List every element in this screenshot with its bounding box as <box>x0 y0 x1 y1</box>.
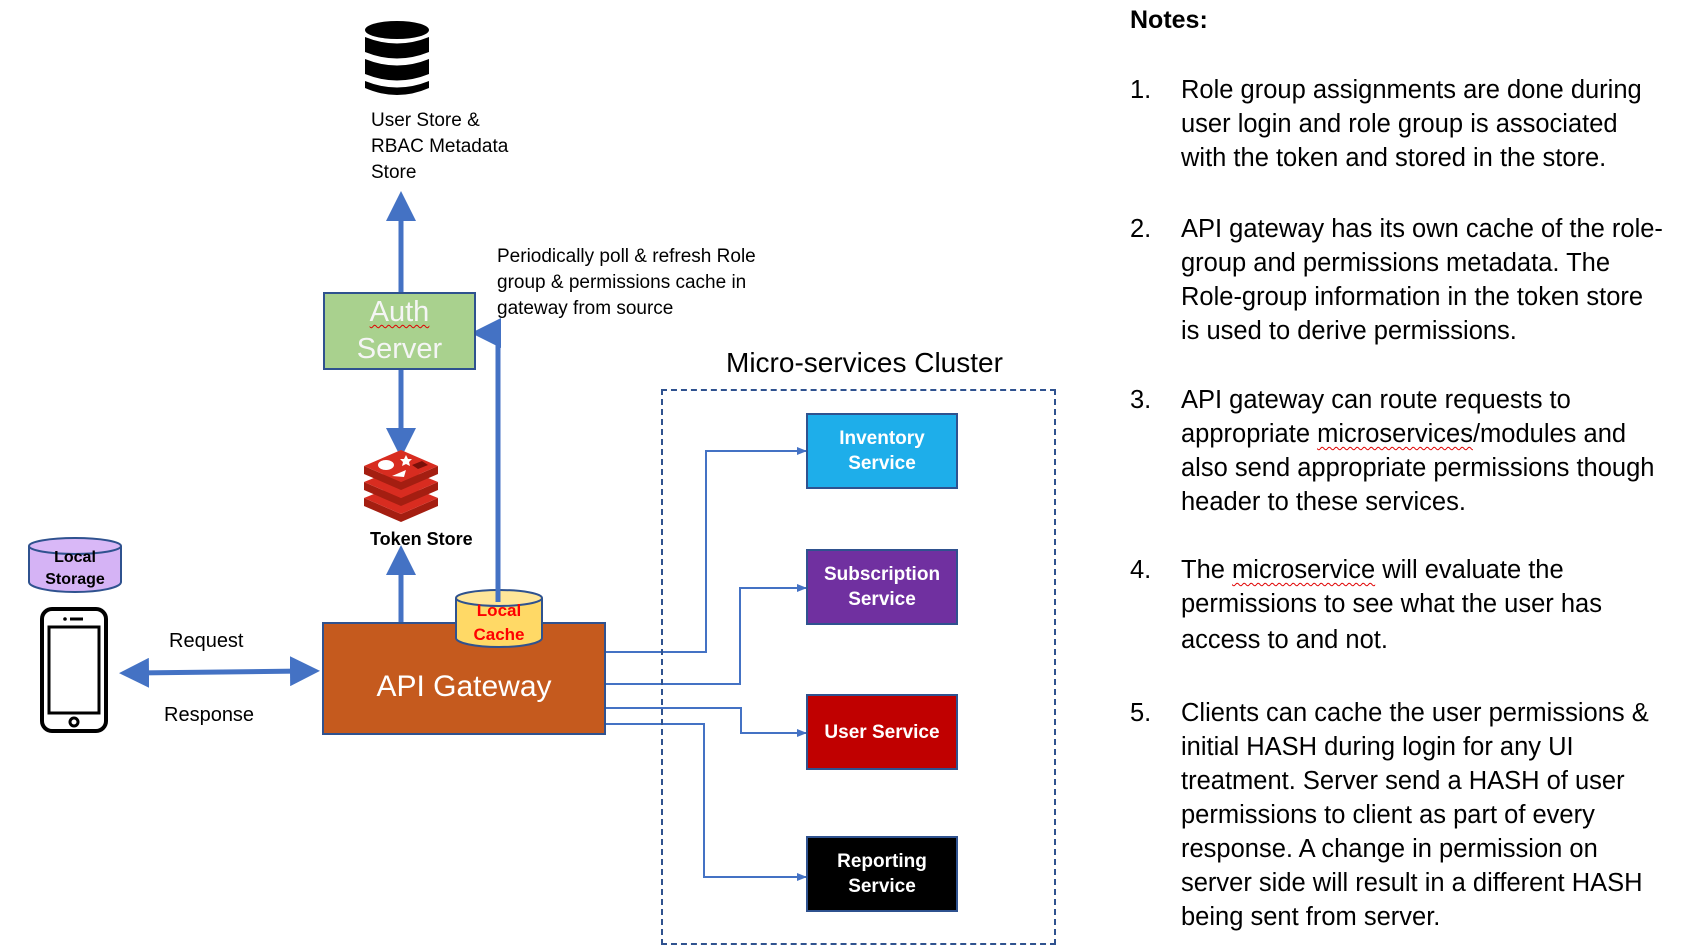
notes-title: Notes: <box>1130 6 1208 34</box>
note-line: permissions to see what the user has <box>1181 590 1602 618</box>
token-store-label: Token Store <box>370 529 473 549</box>
refresh-note-line: group & permissions cache in <box>497 272 747 293</box>
local-cache-label-line: Cache <box>473 625 525 644</box>
local-storage-label: Local Storage <box>27 547 123 591</box>
smartphone-icon[interactable] <box>40 607 110 735</box>
note-line: user login and role group is associated <box>1181 110 1618 138</box>
note-line: API gateway can route requests to <box>1181 386 1571 414</box>
request-label: Request <box>169 630 244 652</box>
service-label: Service <box>848 876 916 897</box>
subscription-service-box[interactable]: Subscription Service <box>806 549 958 625</box>
note-line: being sent from server. <box>1181 903 1441 931</box>
note-line: server side will result in a different H… <box>1181 869 1643 897</box>
service-label: Subscription <box>823 564 941 585</box>
user-service-box[interactable]: User Service <box>806 694 958 770</box>
spellcheck-underline: microservice <box>1232 556 1376 584</box>
auth-server-box[interactable]: Auth Server <box>323 292 476 370</box>
user-store-label: User Store & RBAC Metadata Store <box>371 108 508 186</box>
note-line: permissions to client as part of every <box>1181 801 1595 829</box>
service-label: User Service <box>824 721 940 743</box>
note-line: with the token and stored in the store. <box>1181 144 1607 172</box>
note-number: 5. <box>1130 699 1152 727</box>
note-line: API gateway has its own cache of the rol… <box>1181 215 1663 243</box>
note-line: Clients can cache the user permissions & <box>1181 699 1649 727</box>
auth-server-label: Auth <box>369 296 430 328</box>
note-line: access to and not. <box>1181 626 1388 654</box>
reporting-service-box[interactable]: Reporting Service <box>806 836 958 912</box>
service-label: Reporting <box>837 851 927 872</box>
note-line: Role group assignments are done during <box>1181 76 1642 104</box>
database-icon <box>365 21 429 95</box>
cluster-title: Micro-services Cluster <box>726 347 1003 378</box>
local-storage-label-line: Local <box>54 549 96 566</box>
refresh-note: Periodically poll & refresh Role group &… <box>497 244 756 322</box>
user-store-label-line: RBAC Metadata <box>371 136 509 157</box>
note-number: 3. <box>1130 386 1152 414</box>
api-gateway-label: API Gateway <box>376 669 552 703</box>
spellcheck-underline: microservices <box>1317 420 1473 448</box>
user-store-label-line: Store <box>371 162 417 183</box>
refresh-note-line: Periodically poll & refresh Role <box>497 246 756 267</box>
service-label: Service <box>848 589 916 610</box>
arrow-cache-refresh-to-auth <box>471 318 501 612</box>
service-label: Service <box>848 453 916 474</box>
note-line: Role-group information in the token stor… <box>1181 283 1644 311</box>
inventory-service-box[interactable]: Inventory Service <box>806 413 958 489</box>
user-store-label-line: User Store & <box>371 110 480 131</box>
redis-icon <box>364 450 438 522</box>
note-line: is used to derive permissions. <box>1181 317 1517 345</box>
note-line: treatment. Server send a HASH of user <box>1181 767 1625 795</box>
note-line: appropriate microservices/modules and <box>1181 420 1627 448</box>
response-label: Response <box>164 704 255 726</box>
note-line: header to these services. <box>1181 488 1466 516</box>
note-line: also send appropriate permissions though <box>1181 454 1655 482</box>
refresh-note-line: gateway from source <box>497 298 674 319</box>
local-storage-label-line: Storage <box>45 571 105 588</box>
service-label: Inventory <box>839 428 925 449</box>
note-number: 1. <box>1130 76 1152 104</box>
note-number: 2. <box>1130 215 1152 243</box>
note-line: group and permissions metadata. The <box>1181 249 1611 277</box>
note-line: response. A change in permission on <box>1181 835 1598 863</box>
auth-server-label: Server <box>356 333 443 365</box>
local-cache-label: Local Cache <box>454 599 544 647</box>
local-cache-label-line: Local <box>476 601 522 620</box>
note-line: initial HASH during login for any UI <box>1181 733 1574 761</box>
arrow-request-response <box>119 656 320 688</box>
note-line: The microservice will evaluate the <box>1181 556 1564 584</box>
note-number: 4. <box>1130 556 1152 584</box>
